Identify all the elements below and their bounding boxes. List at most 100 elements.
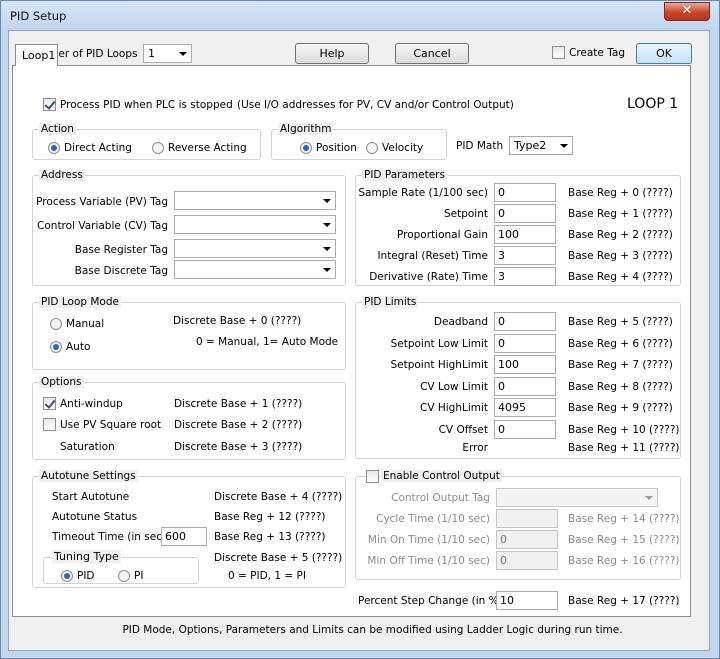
process-pid-checkbox[interactable] <box>43 98 56 111</box>
control-output-label: Min Off Time (1/10 sec) <box>367 555 490 567</box>
create-tag-checkbox[interactable] <box>552 46 565 59</box>
manual-label: Manual <box>66 318 105 330</box>
pv-square-root-reg: Discrete Base + 2 (????) <box>174 419 303 431</box>
velocity-radio[interactable] <box>366 142 378 154</box>
control-output-input[interactable] <box>496 509 558 528</box>
chevron-down-icon <box>323 199 331 203</box>
step-change-reg: Base Reg + 17 (????) <box>568 595 680 607</box>
pv-tag-label: Process Variable (PV) Tag <box>36 196 168 208</box>
saturation-label: Saturation <box>60 441 115 453</box>
timeout-reg: Base Reg + 13 (????) <box>214 531 326 543</box>
direct-acting-radio[interactable] <box>48 142 60 154</box>
options-title: Options <box>39 376 84 388</box>
direct-acting-label: Direct Acting <box>64 142 132 154</box>
enable-control-output-checkbox[interactable] <box>366 470 379 483</box>
base-discrete-tag-select[interactable] <box>174 260 336 279</box>
timeout-label: Timeout Time (in sec) <box>52 531 167 543</box>
autotune-status-reg: Base Reg + 12 (????) <box>214 511 326 523</box>
control-output-label: Min On Time (1/10 sec) <box>367 534 490 546</box>
pv-square-root-label: Use PV Square root <box>60 419 162 431</box>
limit-reg: Base Reg + 5 (????) <box>568 316 673 328</box>
pi-radio[interactable] <box>118 570 130 582</box>
auto-label: Auto <box>66 341 91 353</box>
limit-reg: Base Reg + 10 (????) <box>568 423 680 436</box>
autotune-title: Autotune Settings <box>39 470 138 482</box>
window-title: PID Setup <box>10 9 67 23</box>
limit-label: CV Low Limit <box>420 380 488 393</box>
start-autotune-label: Start Autotune <box>52 491 130 503</box>
control-output-tag-label: Control Output Tag <box>391 492 490 504</box>
num-loops-select[interactable]: 1 <box>143 44 192 63</box>
param-label: Proportional Gain <box>396 229 488 241</box>
base-register-tag-select[interactable] <box>174 239 336 258</box>
param-input[interactable]: 0 <box>494 204 556 223</box>
anti-windup-checkbox[interactable] <box>43 397 56 410</box>
pid-radio[interactable] <box>61 570 73 582</box>
base-register-tag-label: Base Register Tag <box>74 244 168 256</box>
error-label: Error <box>462 442 488 454</box>
limit-input[interactable]: 100 <box>494 355 556 374</box>
param-label: Derivative (Rate) Time <box>369 271 488 283</box>
param-input[interactable]: 100 <box>494 225 556 244</box>
pid-math-select[interactable]: Type2 <box>509 136 573 155</box>
error-reg: Base Reg + 11 (????) <box>568 442 680 454</box>
anti-windup-reg: Discrete Base + 1 (????) <box>174 398 303 410</box>
reverse-acting-label: Reverse Acting <box>168 142 247 154</box>
step-change-label: Percent Step Change (in %) <box>358 595 503 607</box>
reverse-acting-radio[interactable] <box>152 142 164 154</box>
velocity-label: Velocity <box>382 142 424 154</box>
timeout-input[interactable]: 600 <box>161 527 207 546</box>
tab-loop1[interactable]: Loop1 <box>15 44 58 66</box>
param-reg: Base Reg + 3 (????) <box>568 250 673 262</box>
param-input[interactable]: 3 <box>494 246 556 265</box>
position-label: Position <box>316 142 357 154</box>
chevron-down-icon <box>645 496 653 500</box>
limit-input[interactable]: 0 <box>494 376 556 396</box>
help-button[interactable]: Help <box>295 43 369 64</box>
control-output-tag-select[interactable] <box>496 488 658 507</box>
close-button[interactable]: ✕ <box>664 2 710 21</box>
param-input[interactable]: 0 <box>494 183 556 202</box>
pid-label: PID <box>77 570 95 582</box>
manual-radio[interactable] <box>50 318 62 330</box>
saturation-reg: Discrete Base + 3 (????) <box>174 441 303 453</box>
process-pid-note: (Use I/O addresses for PV, CV and/or Con… <box>237 99 514 111</box>
cv-tag-select[interactable] <box>174 215 336 234</box>
cancel-button[interactable]: Cancel <box>395 43 469 64</box>
limit-input[interactable]: 0 <box>494 312 556 331</box>
control-output-reg: Base Reg + 15 (????) <box>568 534 680 546</box>
pv-square-root-checkbox[interactable] <box>43 418 56 431</box>
chevron-down-icon <box>323 223 331 227</box>
param-reg: Base Reg + 1 (????) <box>568 208 673 220</box>
control-output-reg: Base Reg + 14 (????) <box>568 513 680 525</box>
control-output-input[interactable]: 0 <box>496 530 558 549</box>
start-autotune-reg: Discrete Base + 4 (????) <box>214 491 343 503</box>
limit-reg: Base Reg + 8 (????) <box>568 380 673 393</box>
param-label: Integral (Reset) Time <box>377 250 488 262</box>
param-reg: Base Reg + 0 (????) <box>568 187 673 199</box>
ok-button[interactable]: OK <box>636 43 692 64</box>
address-title: Address <box>39 169 85 181</box>
anti-windup-label: Anti-windup <box>60 398 123 410</box>
auto-radio[interactable] <box>50 341 62 353</box>
limit-input[interactable]: 0 <box>494 333 556 353</box>
param-input[interactable]: 3 <box>494 267 556 286</box>
action-title: Action <box>39 123 76 135</box>
close-icon: ✕ <box>681 3 693 18</box>
chevron-down-icon <box>323 247 331 251</box>
limit-input[interactable]: 0 <box>494 419 556 439</box>
mode-discrete-reg: Discrete Base + 0 (????) <box>173 315 302 327</box>
limit-input[interactable]: 4095 <box>494 398 556 417</box>
step-change-input[interactable]: 10 <box>496 591 558 610</box>
position-radio[interactable] <box>300 142 312 154</box>
pv-tag-select[interactable] <box>174 191 336 210</box>
footer-note: PID Mode, Options, Parameters and Limits… <box>122 624 623 636</box>
tuning-type-title: Tuning Type <box>52 550 121 563</box>
pid-limits-title: PID Limits <box>362 296 419 308</box>
chevron-down-icon <box>323 268 331 272</box>
control-output-input[interactable]: 0 <box>496 551 558 570</box>
enable-control-output-label: Enable Control Output <box>381 470 502 482</box>
tuning-type-reg: Discrete Base + 5 (????) <box>214 552 343 564</box>
title-bar: PID Setup ✕ <box>1 1 719 31</box>
pid-math-label: PID Math <box>456 140 504 152</box>
